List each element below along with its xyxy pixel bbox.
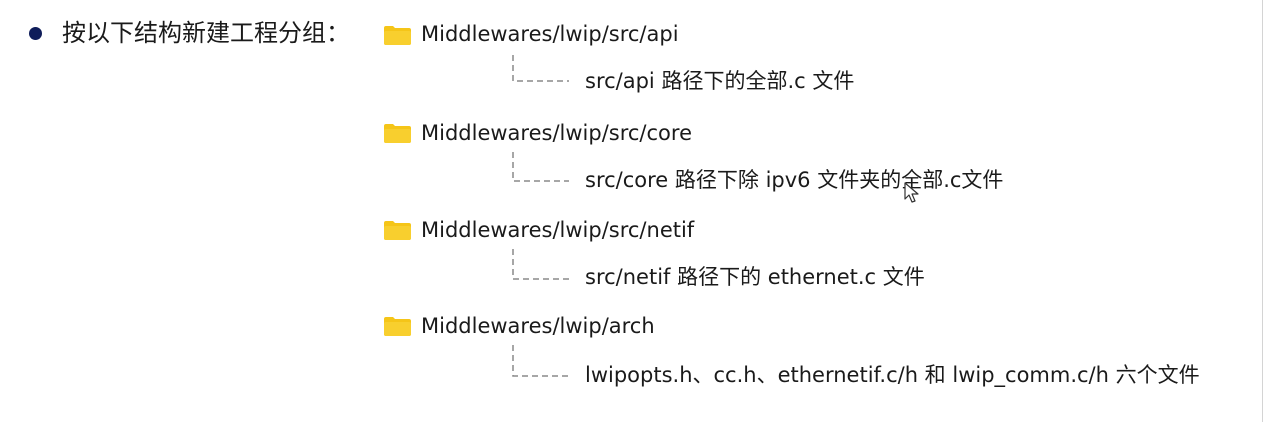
group-path-core: Middlewares/lwip/src/core xyxy=(421,121,692,145)
group-desc-api: src/api 路径下的全部.c 文件 xyxy=(585,69,855,93)
tree-connector xyxy=(511,345,571,383)
tree-connector xyxy=(511,152,571,190)
folder-icon xyxy=(384,123,411,143)
slide-right-border xyxy=(1262,0,1263,422)
group-desc-arch: lwipopts.h、cc.h、ethernetif.c/h 和 lwip_co… xyxy=(585,363,1200,387)
tree-connector xyxy=(511,55,571,93)
tree-connector xyxy=(511,249,571,287)
group-desc-core: src/core 路径下除 ipv6 文件夹的全部.c文件 xyxy=(585,168,1004,192)
folder-icon xyxy=(384,220,411,240)
folder-icon xyxy=(384,25,411,45)
heading-text: 按以下结构新建工程分组： xyxy=(62,19,350,47)
group-path-api: Middlewares/lwip/src/api xyxy=(421,22,679,46)
folder-icon xyxy=(384,316,411,336)
group-path-arch: Middlewares/lwip/arch xyxy=(421,314,655,338)
group-desc-netif: src/netif 路径下的 ethernet.c 文件 xyxy=(585,265,925,289)
bullet-dot xyxy=(29,27,42,40)
group-path-netif: Middlewares/lwip/src/netif xyxy=(421,218,695,242)
mouse-pointer-icon xyxy=(904,182,920,204)
